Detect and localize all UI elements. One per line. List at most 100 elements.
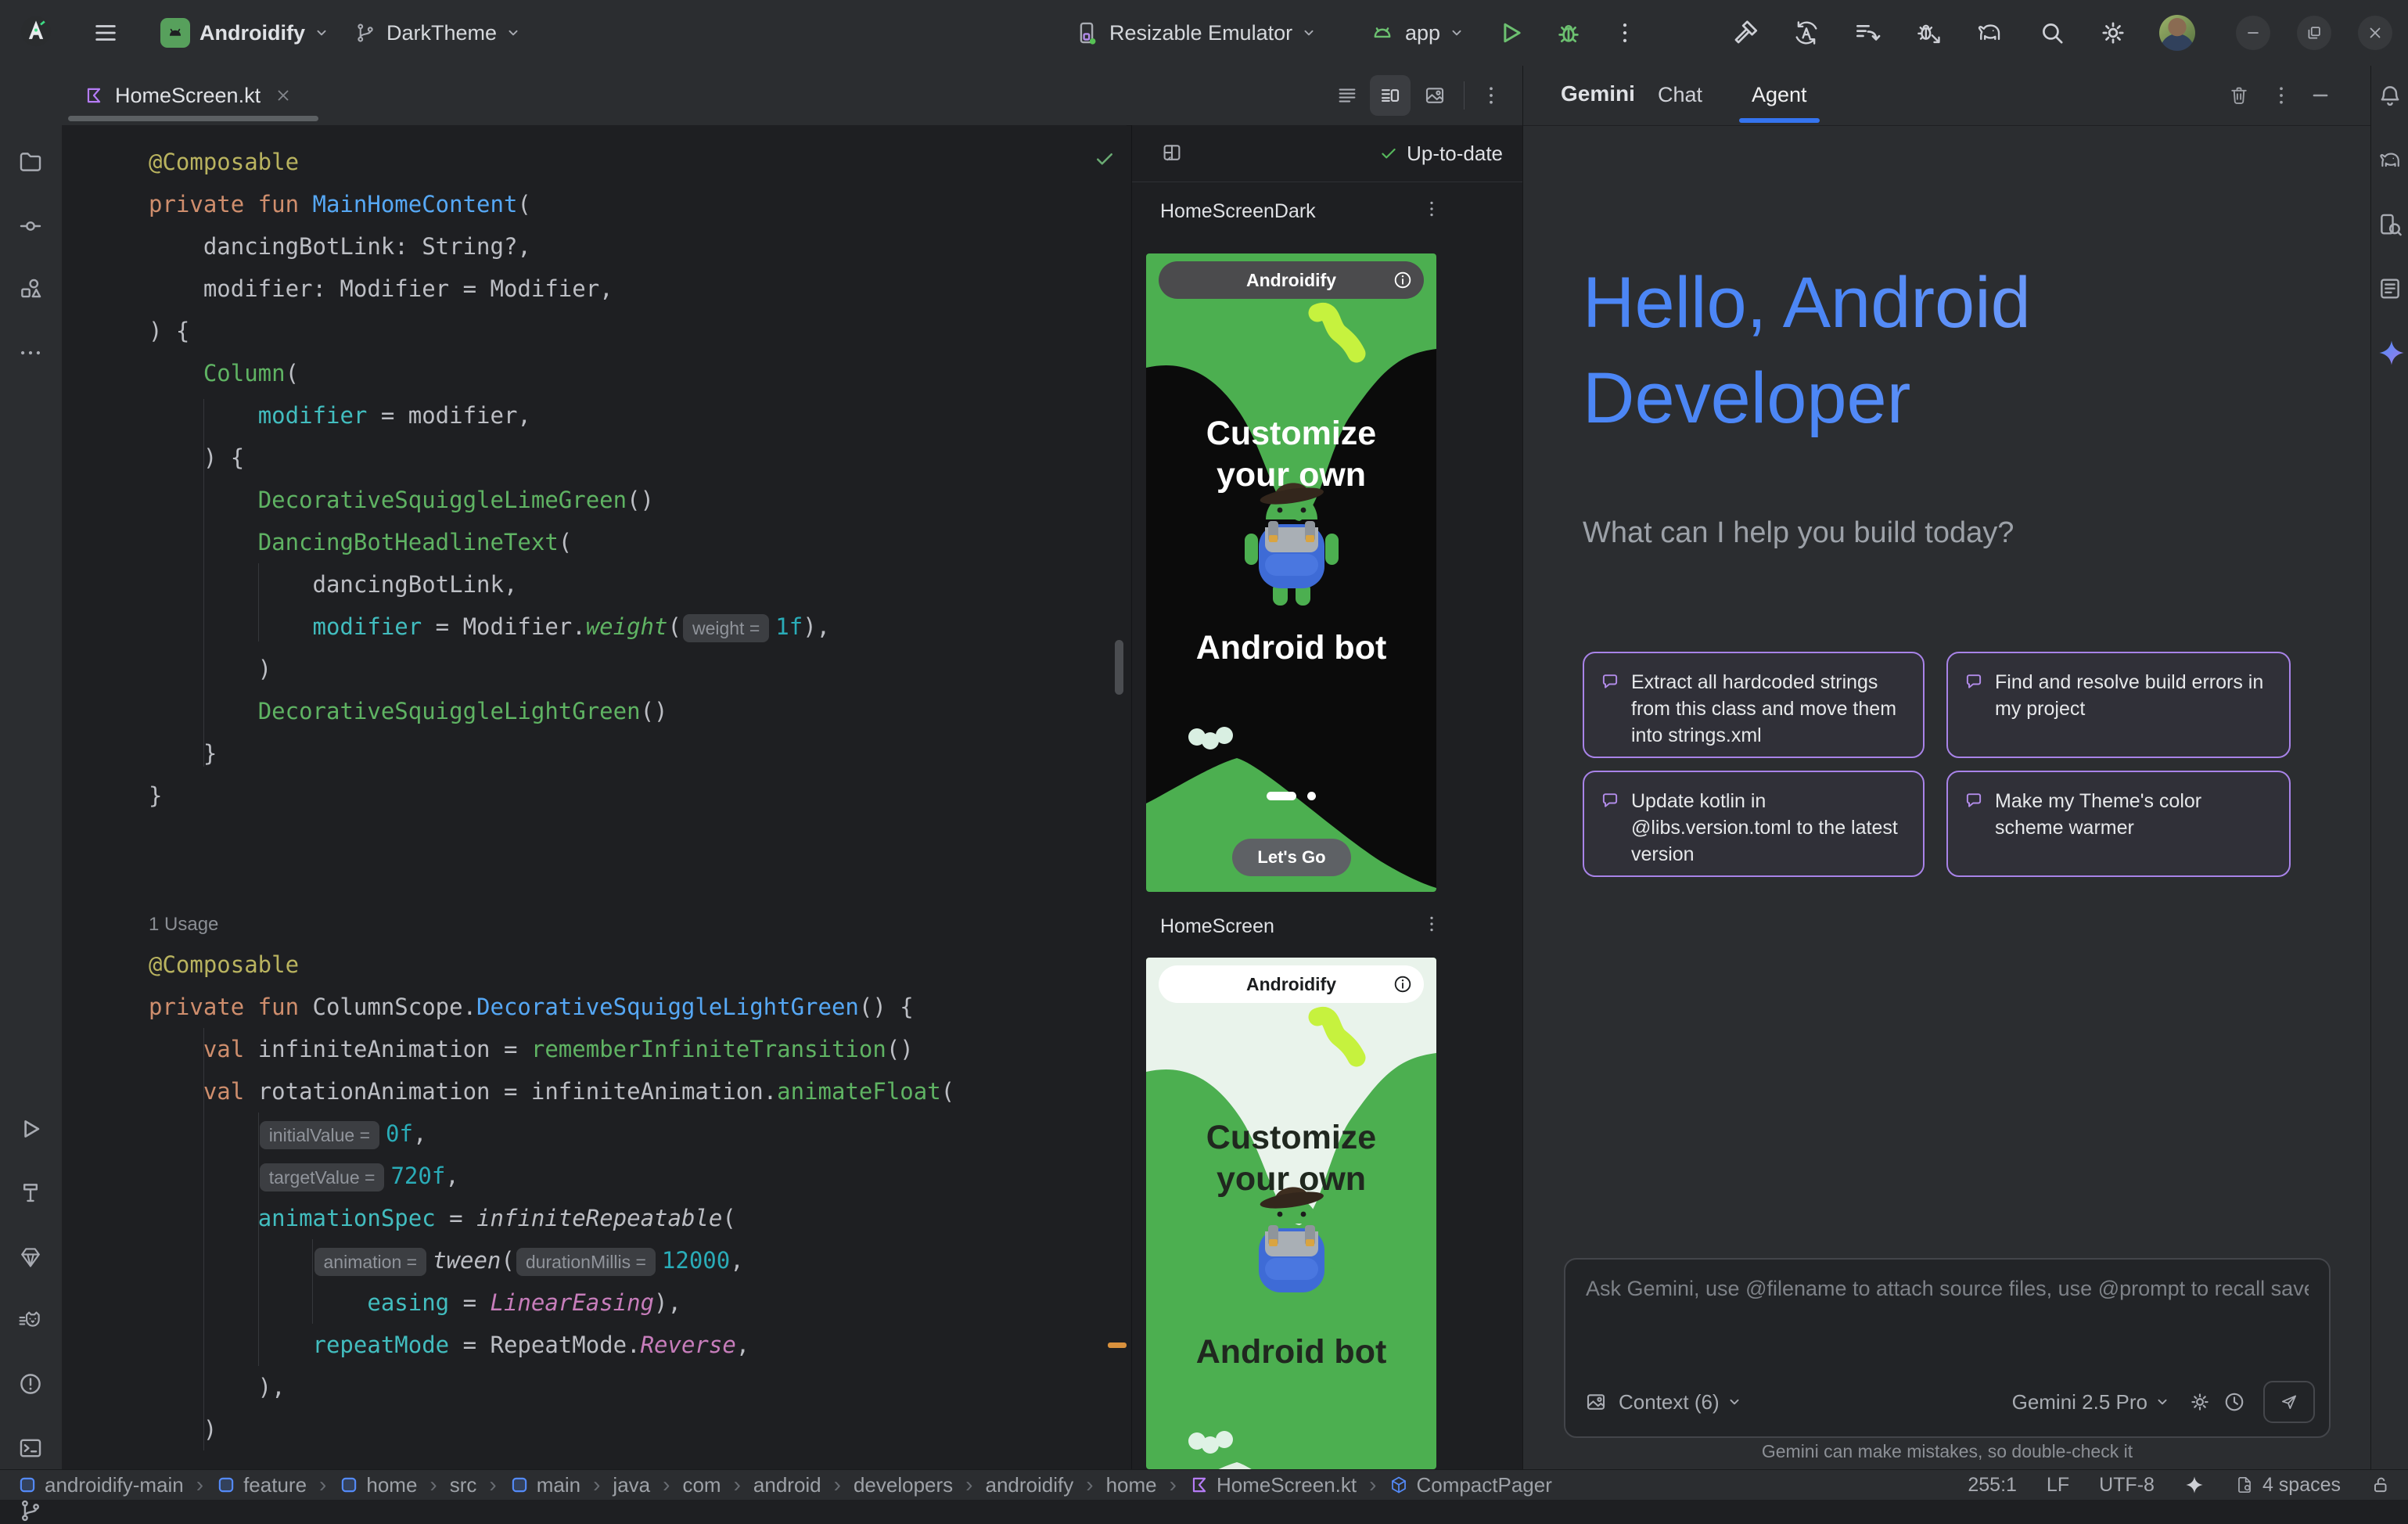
run-configuration-selector[interactable]: app	[1369, 0, 1465, 66]
project-selector[interactable]: Androidify	[160, 0, 330, 66]
build-hammer-icon[interactable]	[1731, 18, 1760, 48]
code-line[interactable]: }	[149, 775, 162, 817]
window-minimize-button[interactable]	[2236, 16, 2270, 50]
line-separator[interactable]: LF	[2047, 1474, 2069, 1497]
tab-close-icon[interactable]	[275, 87, 292, 104]
code-line[interactable]: modifier: Modifier = Modifier,	[149, 268, 613, 310]
code-line[interactable]: 1 Usage	[149, 901, 218, 944]
history-icon[interactable]	[2223, 1390, 2246, 1414]
info-icon[interactable]	[1393, 974, 1413, 994]
code-line[interactable]: Column(	[149, 352, 299, 394]
model-selector-label[interactable]: Gemini 2.5 Pro	[2012, 1390, 2147, 1414]
gemini-options-icon[interactable]	[2270, 84, 2293, 107]
more-tool-windows-icon[interactable]	[17, 340, 44, 366]
code-line[interactable]: animationSpec = infiniteRepeatable(	[149, 1197, 736, 1239]
split-view-toggle[interactable]	[1370, 75, 1411, 116]
gemini-settings-icon[interactable]	[2188, 1390, 2212, 1414]
code-line[interactable]: val infiniteAnimation = rememberInfinite…	[149, 1028, 914, 1070]
code-line[interactable]: private fun MainHomeContent(	[149, 183, 531, 225]
code-line[interactable]: }	[149, 732, 217, 775]
debug-button[interactable]	[1554, 18, 1583, 48]
breadcrumb-item[interactable]: main	[509, 1473, 580, 1497]
design-view-icon[interactable]	[1423, 84, 1447, 107]
tab-chat[interactable]: Chat	[1658, 83, 1702, 107]
more-actions-icon[interactable]	[1612, 20, 1638, 46]
breadcrumb-item[interactable]: CompactPager	[1389, 1473, 1551, 1497]
code-line[interactable]: )	[149, 648, 271, 690]
preview-homescreen[interactable]: Androidify Customize your own Android bo…	[1146, 958, 1436, 1469]
preview-section-title[interactable]: HomeScreenDark	[1160, 200, 1316, 223]
gradle-sync-icon[interactable]	[1975, 18, 2004, 48]
terminal-tool-icon[interactable]	[17, 1435, 44, 1461]
project-tool-icon[interactable]	[17, 149, 44, 175]
attach-debugger-icon[interactable]	[1914, 18, 1943, 48]
suggestion-card[interactable]: Make my Theme's color scheme warmer	[1946, 771, 2291, 877]
apply-code-changes-icon[interactable]	[1853, 18, 1882, 48]
caret-position[interactable]: 255:1	[1968, 1474, 2017, 1497]
suggestion-card[interactable]: Find and resolve build errors in my proj…	[1946, 652, 2291, 758]
gradle-tool-icon[interactable]	[2377, 147, 2403, 174]
gemini-spark-icon[interactable]	[2377, 338, 2406, 368]
code-line[interactable]: ) {	[149, 437, 244, 479]
breadcrumb-item[interactable]: androidify	[986, 1473, 1074, 1497]
code-line[interactable]: DancingBotHeadlineText(	[149, 521, 572, 563]
attach-image-icon[interactable]	[1584, 1390, 1608, 1414]
device-selector[interactable]: Resizable Emulator	[1073, 0, 1317, 66]
inspections-ok-icon[interactable]	[1093, 147, 1116, 171]
window-close-button[interactable]	[2358, 16, 2392, 50]
code-line[interactable]: )	[149, 1408, 217, 1450]
search-everywhere-icon[interactable]	[2037, 18, 2067, 48]
clear-chat-icon[interactable]	[2227, 84, 2251, 107]
indent-setting[interactable]: 4 spaces	[2234, 1474, 2341, 1497]
vcs-branch-selector[interactable]: DarkTheme	[354, 0, 522, 66]
code-line[interactable]: animation =tween(durationMillis =12000,	[149, 1239, 744, 1281]
send-button[interactable]	[2263, 1381, 2315, 1423]
code-line[interactable]: val rotationAnimation = infiniteAnimatio…	[149, 1070, 954, 1112]
code-line[interactable]: easing = LinearEasing),	[149, 1281, 681, 1324]
tab-agent[interactable]: Agent	[1752, 83, 1807, 107]
user-avatar[interactable]	[2159, 15, 2195, 51]
breadcrumb-item[interactable]: HomeScreen.kt	[1189, 1473, 1357, 1497]
code-line[interactable]: repeatMode = RepeatMode.Reverse,	[149, 1324, 749, 1366]
preview-homescreendark[interactable]: Androidify Customize your own Android bo…	[1146, 253, 1436, 892]
code-line[interactable]: private fun ColumnScope.DecorativeSquigg…	[149, 986, 914, 1028]
version-control-tool-icon[interactable]	[17, 1497, 44, 1524]
code-line[interactable]: @Composable	[149, 944, 299, 986]
code-line[interactable]: initialValue =0f,	[149, 1112, 426, 1155]
code-line[interactable]: modifier = modifier,	[149, 394, 531, 437]
preview-section-menu-icon[interactable]	[1421, 199, 1442, 219]
problems-tool-icon[interactable]	[17, 1371, 44, 1397]
notifications-bell-icon[interactable]	[2377, 83, 2403, 110]
code-line[interactable]: @Composable	[149, 141, 299, 183]
preview-layout-icon[interactable]	[1160, 141, 1184, 164]
breadcrumb-item[interactable]: src	[450, 1473, 477, 1497]
breadcrumb-item[interactable]: com	[682, 1473, 721, 1497]
lets-go-button[interactable]: Let's Go	[1232, 839, 1351, 876]
file-encoding[interactable]: UTF-8	[2099, 1474, 2155, 1497]
gemini-input-box[interactable]: Ask Gemini, use @filename to attach sour…	[1564, 1258, 2331, 1438]
code-line[interactable]: ),	[149, 1366, 286, 1408]
code-line[interactable]: dancingBotLink: String?,	[149, 225, 531, 268]
code-line[interactable]: DecorativeSquiggleLightGreen()	[149, 690, 667, 732]
settings-gear-icon[interactable]	[2098, 18, 2128, 48]
context-dropdown-label[interactable]: Context (6)	[1619, 1390, 1720, 1414]
breadcrumb-item[interactable]: home	[339, 1473, 417, 1497]
run-button[interactable]	[1496, 18, 1526, 48]
logcat-tool-icon[interactable]	[17, 1308, 44, 1335]
info-icon[interactable]	[1393, 270, 1413, 290]
app-quality-insights-icon[interactable]	[17, 1244, 44, 1271]
breadcrumb-item[interactable]: androidify-main	[17, 1473, 184, 1497]
tab-scrollbar[interactable]	[68, 116, 318, 121]
breadcrumb-item[interactable]: android	[753, 1473, 821, 1497]
code-line[interactable]: modifier = Modifier.weight(weight =1f),	[149, 606, 830, 648]
hide-panel-icon[interactable]	[2309, 84, 2332, 107]
build-tool-icon[interactable]	[17, 1180, 44, 1206]
code-line[interactable]: DecorativeSquiggleLimeGreen()	[149, 479, 654, 521]
code-line[interactable]: targetValue =720f,	[149, 1155, 459, 1197]
breadcrumb-item[interactable]: feature	[216, 1473, 307, 1497]
run-tool-icon[interactable]	[17, 1116, 44, 1142]
resource-manager-icon[interactable]	[17, 275, 44, 302]
sync-project-icon[interactable]	[1792, 18, 1821, 48]
suggestion-card[interactable]: Update kotlin in @libs.version.toml to t…	[1583, 771, 1925, 877]
window-maximize-button[interactable]	[2297, 16, 2331, 50]
